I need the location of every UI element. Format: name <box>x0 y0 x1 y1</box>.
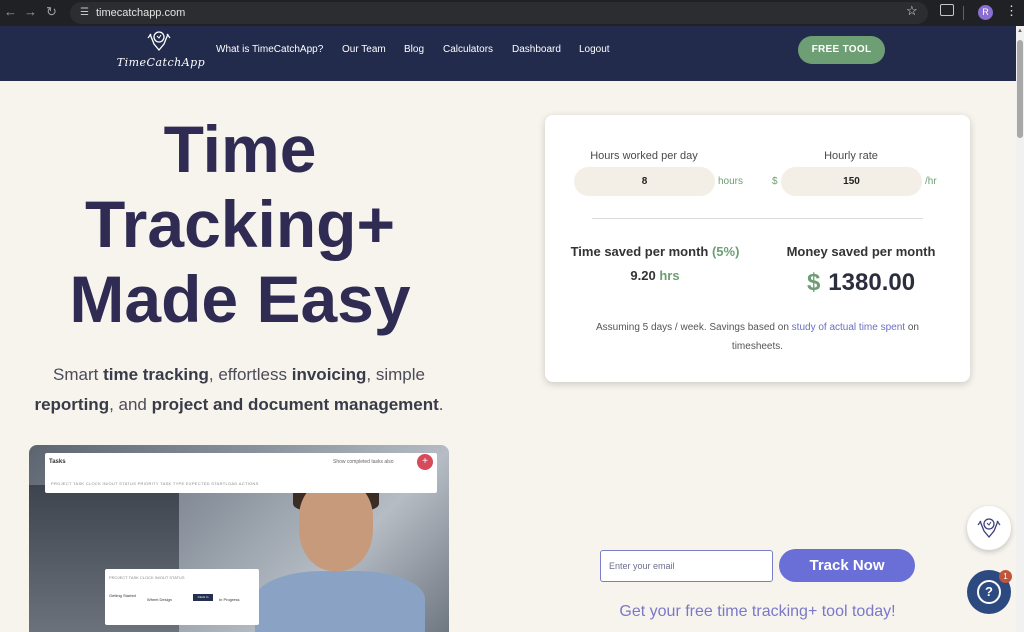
hero-title: Time Tracking+ Made Easy <box>30 112 450 337</box>
savings-calculator: Hours worked per day hours Hourly rate $… <box>545 115 970 382</box>
hero-title-line: Tracking+ <box>85 187 395 261</box>
rate-unit: /hr <box>925 176 937 187</box>
note-text: Assuming 5 days / week. Savings based on <box>596 322 792 333</box>
page-scrollbar[interactable]: ▲ <box>1016 26 1024 632</box>
back-icon[interactable]: ← <box>4 4 17 20</box>
scroll-up-icon[interactable]: ▲ <box>1016 28 1024 34</box>
tasks-panel: Tasks Show completed tasks also + PROJEC… <box>45 453 437 493</box>
product-preview-image: Tasks Show completed tasks also + PROJEC… <box>29 445 449 632</box>
time-saved-label: Time saved per month (5%) <box>559 244 751 259</box>
email-field[interactable] <box>600 550 773 582</box>
show-completed-text: Show completed tasks also <box>333 459 394 465</box>
browser-menu-icon[interactable]: ⋮ <box>1005 3 1018 19</box>
calculator-note: Assuming 5 days / week. Savings based on… <box>571 318 944 356</box>
hero-subtitle: Smart time tracking, effortless invoicin… <box>24 360 454 420</box>
track-now-button[interactable]: Track Now <box>779 549 915 582</box>
logo-text: TimeCatchApp <box>116 56 206 69</box>
nav-link-calculators[interactable]: Calculators <box>443 44 493 56</box>
study-link[interactable]: study of actual time spent <box>792 322 905 333</box>
toolbar-divider <box>963 6 964 20</box>
nav-link-what-is[interactable]: What is TimeCatchApp? <box>216 44 323 56</box>
subtitle-bold: reporting <box>34 395 110 414</box>
logo-mark-icon <box>977 518 1001 539</box>
signup-tagline: Get your free time tracking+ tool today! <box>619 603 896 620</box>
person-face <box>299 481 373 571</box>
subtitle-bold: invoicing <box>291 365 367 384</box>
money-amount: 1380.00 <box>828 269 916 296</box>
forward-icon[interactable]: → <box>24 4 37 20</box>
hours-input[interactable] <box>574 167 715 196</box>
notification-badge: 1 <box>999 570 1012 583</box>
money-saved-label: Money saved per month <box>786 244 936 259</box>
rate-currency: $ <box>772 176 778 187</box>
hero-title-line: Time <box>163 112 317 186</box>
calculator-divider <box>592 218 923 219</box>
hours-unit: hours <box>718 176 744 187</box>
task-status: In Progress <box>219 597 240 602</box>
time-saved-label-text: Time saved per month <box>570 244 712 259</box>
person-body <box>255 571 425 632</box>
bookmark-star-icon[interactable]: ☆ <box>906 3 918 19</box>
reload-icon[interactable]: ↻ <box>46 4 57 20</box>
rate-input[interactable] <box>781 167 922 196</box>
clock-in-badge: Clock In <box>193 594 213 601</box>
subtitle-bold: time tracking <box>103 365 209 384</box>
profile-avatar[interactable]: R <box>978 5 993 20</box>
floating-logo-button[interactable] <box>967 506 1011 550</box>
hero-title-line: Made Easy <box>69 262 411 336</box>
site-logo[interactable]: TimeCatchApp <box>116 30 206 78</box>
tasks-columns: PROJECT TASK CLOCK IN/OUT STATUS PRIORIT… <box>51 481 259 486</box>
time-saved-value: 9.20 hrs <box>595 268 715 283</box>
money-currency: $ <box>806 269 821 296</box>
task-project: Getting Started <box>109 593 136 598</box>
subtitle-text: , simple <box>366 365 425 384</box>
tasks-title: Tasks <box>49 459 66 465</box>
nav-link-our-team[interactable]: Our Team <box>342 44 386 56</box>
time-saved-unit: hrs <box>659 268 680 283</box>
subtitle-bold: project and document management <box>151 395 439 414</box>
task-detail-columns: PROJECT TASK CLOCK IN/OUT STATUS <box>109 575 185 580</box>
add-task-icon: + <box>417 454 433 470</box>
nav-link-logout[interactable]: Logout <box>579 44 610 56</box>
money-saved-value: $1380.00 <box>781 268 941 298</box>
scroll-thumb[interactable] <box>1017 40 1023 138</box>
time-saved-percent: (5%) <box>711 244 740 259</box>
nav-link-dashboard[interactable]: Dashboard <box>512 44 561 56</box>
help-question-icon: ? <box>977 580 1001 604</box>
task-name: Wheel Design <box>147 597 172 602</box>
logo-mark-icon <box>147 31 171 52</box>
free-tool-button[interactable]: FREE TOOL <box>798 36 885 64</box>
task-detail-panel: PROJECT TASK CLOCK IN/OUT STATUS Getting… <box>105 569 259 625</box>
address-bar[interactable]: ☰ timecatchapp.com <box>70 2 928 24</box>
subtitle-text: . <box>438 395 444 414</box>
time-saved-number: 9.20 <box>630 268 656 283</box>
subtitle-text: , and <box>109 395 152 414</box>
site-navbar: TimeCatchApp What is TimeCatchApp? Our T… <box>0 26 1016 81</box>
site-settings-icon[interactable]: ☰ <box>80 8 90 18</box>
cast-icon[interactable] <box>940 4 954 16</box>
rate-label: Hourly rate <box>824 150 878 162</box>
hours-label: Hours worked per day <box>590 150 698 162</box>
subtitle-text: Smart <box>53 365 104 384</box>
url-text[interactable]: timecatchapp.com <box>96 6 185 20</box>
subtitle-text: , effortless <box>208 365 292 384</box>
browser-toolbar: ← → ↻ ☰ timecatchapp.com ☆ R ⋮ <box>0 0 1024 26</box>
nav-link-blog[interactable]: Blog <box>404 44 424 56</box>
